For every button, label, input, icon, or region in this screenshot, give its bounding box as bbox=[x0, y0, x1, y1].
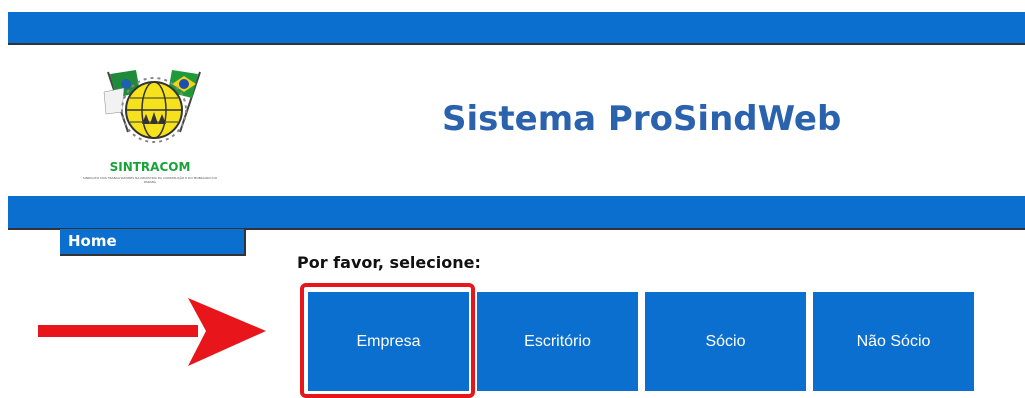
annotation-highlight-box bbox=[300, 283, 475, 398]
menu-bar bbox=[8, 196, 1025, 230]
selection-prompt: Por favor, selecione: bbox=[297, 253, 481, 272]
nav-home-button[interactable]: Home bbox=[60, 229, 246, 256]
top-banner-bar bbox=[8, 12, 1025, 45]
nao-socio-button[interactable]: Não Sócio bbox=[813, 292, 974, 391]
escritorio-button[interactable]: Escritório bbox=[477, 292, 638, 391]
socio-button[interactable]: Sócio bbox=[645, 292, 806, 391]
page-title: Sistema ProSindWeb bbox=[442, 99, 842, 139]
logo-emblem-icon bbox=[103, 70, 201, 143]
logo-tagline: SINDICATO DOS TRABALHADORES NA INDÚSTRIA… bbox=[82, 176, 218, 184]
annotation-arrow-icon bbox=[38, 298, 266, 366]
logo-wordmark: SINTRACOM bbox=[109, 160, 191, 174]
sintracom-logo: SINTRACOM SINDICATO DOS TRABALHADORES NA… bbox=[83, 62, 220, 207]
